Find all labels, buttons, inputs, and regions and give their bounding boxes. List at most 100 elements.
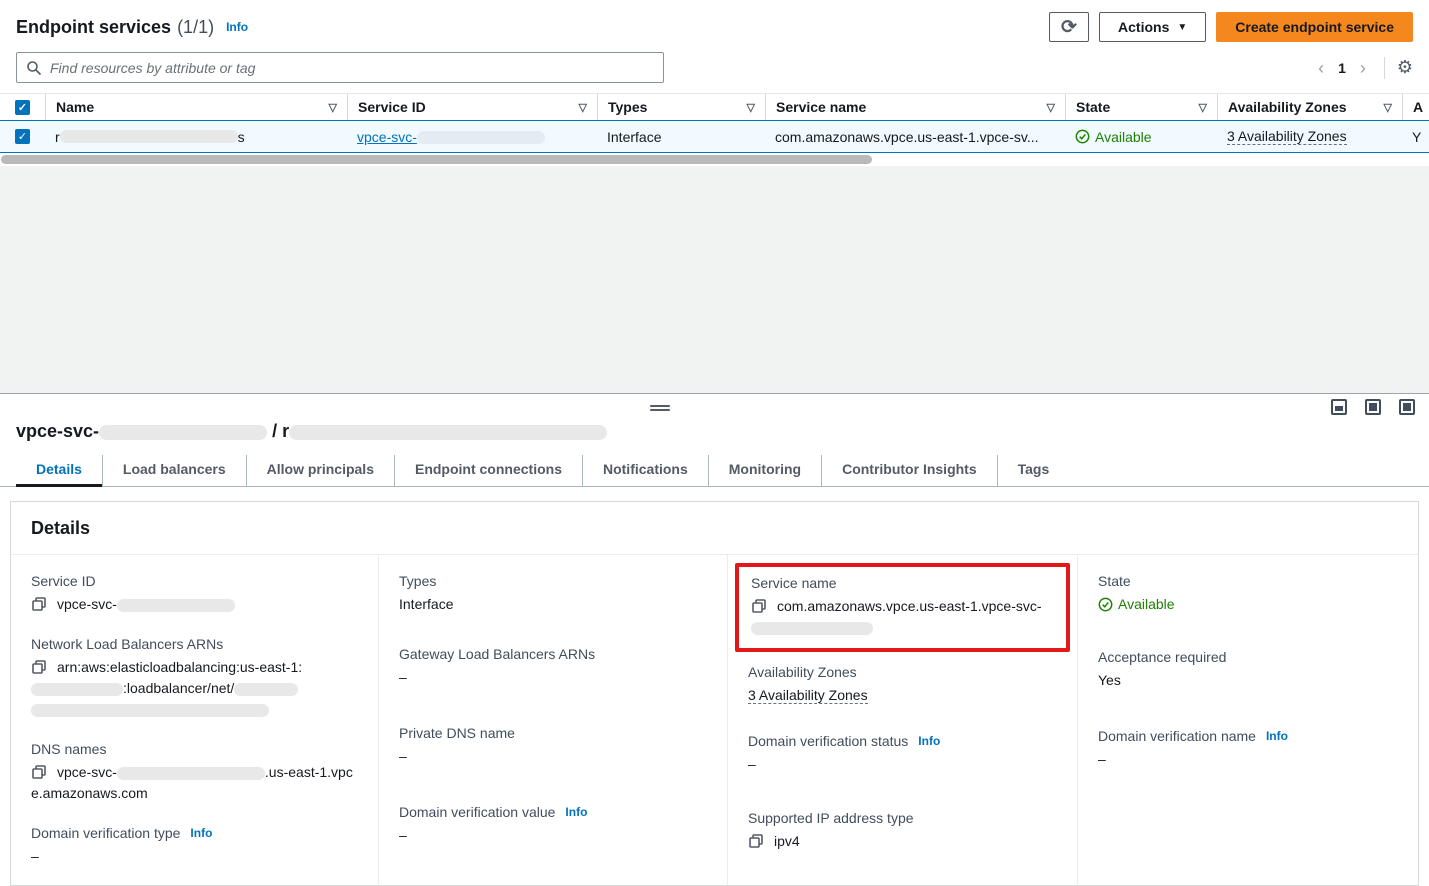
- check-circle-icon: [1098, 597, 1113, 612]
- cell-service-name: com.amazonaws.vpce.us-east-1.vpce-sv...: [765, 121, 1065, 152]
- field-availability-zones: Availability Zones 3 Availability Zones: [748, 664, 1057, 706]
- column-header-acceptance[interactable]: A: [1402, 94, 1429, 120]
- horizontal-scrollbar[interactable]: [1, 155, 872, 164]
- panel-size-controls: [1331, 399, 1415, 415]
- column-header-service-name[interactable]: Service name ▽: [765, 94, 1065, 120]
- pagination: ‹ 1 › ⚙: [1312, 57, 1413, 79]
- resource-title: vpce-svc- / r: [16, 421, 1413, 442]
- field-nlb-arns: Network Load Balancers ARNs arn:aws:elas…: [31, 636, 358, 720]
- details-column-3: Service name com.amazonaws.vpce.us-east-…: [727, 555, 1077, 885]
- endpoint-services-list-section: Endpoint services (1/1) Info ⟳ Actions ▼…: [0, 0, 1429, 166]
- panel-size-medium-icon[interactable]: [1365, 399, 1381, 415]
- table-header: ✓ Name ▽ Service ID ▽ Types ▽ Service na…: [0, 93, 1429, 120]
- highlight-red-box: Service name com.amazonaws.vpce.us-east-…: [735, 563, 1070, 652]
- table-toolbar: ‹ 1 › ⚙: [0, 48, 1429, 93]
- panel-size-small-icon[interactable]: [1331, 399, 1347, 415]
- tab-contributor-insights[interactable]: Contributor Insights: [821, 455, 997, 486]
- cell-acceptance: Y: [1402, 121, 1429, 152]
- tab-load-balancers[interactable]: Load balancers: [102, 455, 246, 486]
- field-private-dns: Private DNS name –: [399, 725, 707, 767]
- chevron-right-icon[interactable]: ›: [1354, 59, 1372, 77]
- cell-state: Available: [1065, 121, 1217, 152]
- filter-icon[interactable]: ▽: [1384, 101, 1392, 114]
- create-endpoint-service-button[interactable]: Create endpoint service: [1216, 12, 1413, 42]
- page-number[interactable]: 1: [1334, 60, 1350, 76]
- field-service-name: Service name com.amazonaws.vpce.us-east-…: [751, 575, 1054, 638]
- divider: [1384, 57, 1385, 79]
- filter-icon[interactable]: ▽: [579, 101, 587, 114]
- header-actions: ⟳ Actions ▼ Create endpoint service: [1049, 12, 1413, 42]
- field-domain-verification-value: Domain verification value Info –: [399, 804, 707, 846]
- search-box[interactable]: [16, 52, 664, 83]
- field-domain-verification-status: Domain verification status Info –: [748, 733, 1057, 775]
- details-column-2: Types Interface Gateway Load Balancers A…: [378, 555, 727, 885]
- search-input[interactable]: [50, 60, 654, 76]
- availability-zones-popover[interactable]: 3 Availability Zones: [1227, 128, 1347, 145]
- cell-types: Interface: [597, 121, 765, 152]
- details-column-1: Service ID vpce-svc- Network Load Balanc…: [11, 555, 378, 885]
- service-id-link[interactable]: vpce-svc-: [357, 129, 545, 145]
- tab-endpoint-connections[interactable]: Endpoint connections: [394, 455, 582, 486]
- gear-icon[interactable]: ⚙: [1397, 57, 1413, 78]
- filter-icon[interactable]: ▽: [329, 101, 337, 114]
- refresh-button[interactable]: ⟳: [1049, 12, 1089, 42]
- drag-handle-icon[interactable]: [650, 403, 670, 413]
- cell-service-id: vpce-svc-: [347, 121, 597, 152]
- info-link[interactable]: Info: [226, 20, 248, 34]
- filter-icon[interactable]: ▽: [1199, 101, 1207, 114]
- field-service-id: Service ID vpce-svc-: [31, 573, 358, 615]
- tab-tags[interactable]: Tags: [997, 455, 1070, 486]
- field-state: State Available: [1098, 573, 1398, 618]
- caret-down-icon: ▼: [1177, 22, 1187, 33]
- cell-availability-zones: 3 Availability Zones: [1217, 121, 1402, 152]
- tab-allow-principals[interactable]: Allow principals: [246, 455, 394, 486]
- chevron-left-icon[interactable]: ‹: [1312, 59, 1330, 77]
- details-card: Details Service ID vpce-svc- Network Loa…: [10, 501, 1419, 886]
- field-types: Types Interface: [399, 573, 707, 615]
- info-link[interactable]: Info: [1266, 729, 1288, 743]
- field-domain-verification-name: Domain verification name Info –: [1098, 728, 1398, 770]
- column-header-service-id[interactable]: Service ID ▽: [347, 94, 597, 120]
- detail-split-panel: vpce-svc- / r Details Load balancers All…: [0, 393, 1429, 886]
- column-header-name[interactable]: Name ▽: [45, 94, 347, 120]
- info-link[interactable]: Info: [918, 734, 940, 748]
- resource-count: (1/1): [177, 17, 214, 38]
- details-column-4: State Available Acceptance required Yes: [1077, 555, 1418, 885]
- row-checkbox[interactable]: ✓: [15, 129, 30, 144]
- horizontal-scrollbar-track: [0, 153, 1429, 166]
- empty-background: [0, 166, 1429, 393]
- column-header-availability-zones[interactable]: Availability Zones ▽: [1217, 94, 1402, 120]
- actions-button[interactable]: Actions ▼: [1099, 12, 1206, 42]
- field-supported-ip: Supported IP address type ipv4: [748, 810, 1057, 852]
- filter-icon[interactable]: ▽: [747, 101, 755, 114]
- details-card-heading: Details: [11, 502, 1418, 555]
- column-header-types[interactable]: Types ▽: [597, 94, 765, 120]
- availability-zones-popover[interactable]: 3 Availability Zones: [748, 687, 868, 704]
- page-header: Endpoint services (1/1) Info ⟳ Actions ▼…: [0, 0, 1429, 48]
- filter-icon[interactable]: ▽: [1047, 101, 1055, 114]
- info-link[interactable]: Info: [190, 826, 212, 840]
- copy-icon[interactable]: [31, 596, 47, 612]
- field-domain-verification-type: Domain verification type Info –: [31, 825, 358, 867]
- table-row[interactable]: ✓ rs vpce-svc- Interface com.amazonaws.v…: [0, 120, 1429, 153]
- search-icon: [26, 60, 42, 76]
- select-all-checkbox[interactable]: ✓: [15, 100, 30, 115]
- field-glb-arns: Gateway Load Balancers ARNs –: [399, 646, 707, 688]
- field-dns-names: DNS names vpce-svc-.us-east-1.vpce.amazo…: [31, 741, 358, 804]
- copy-icon[interactable]: [31, 764, 47, 780]
- column-header-state[interactable]: State ▽: [1065, 94, 1217, 120]
- copy-icon[interactable]: [748, 833, 764, 849]
- detail-tabs: Details Load balancers Allow principals …: [0, 455, 1429, 487]
- field-acceptance-required: Acceptance required Yes: [1098, 649, 1398, 691]
- tab-notifications[interactable]: Notifications: [582, 455, 708, 486]
- page-title: Endpoint services: [16, 17, 171, 38]
- info-link[interactable]: Info: [565, 805, 587, 819]
- tab-details[interactable]: Details: [16, 455, 102, 486]
- cell-name: rs: [45, 121, 347, 152]
- select-all-checkbox-cell: ✓: [0, 94, 45, 120]
- panel-size-large-icon[interactable]: [1399, 399, 1415, 415]
- check-circle-icon: [1075, 129, 1090, 144]
- copy-icon[interactable]: [31, 659, 47, 675]
- copy-icon[interactable]: [751, 598, 767, 614]
- tab-monitoring[interactable]: Monitoring: [708, 455, 821, 486]
